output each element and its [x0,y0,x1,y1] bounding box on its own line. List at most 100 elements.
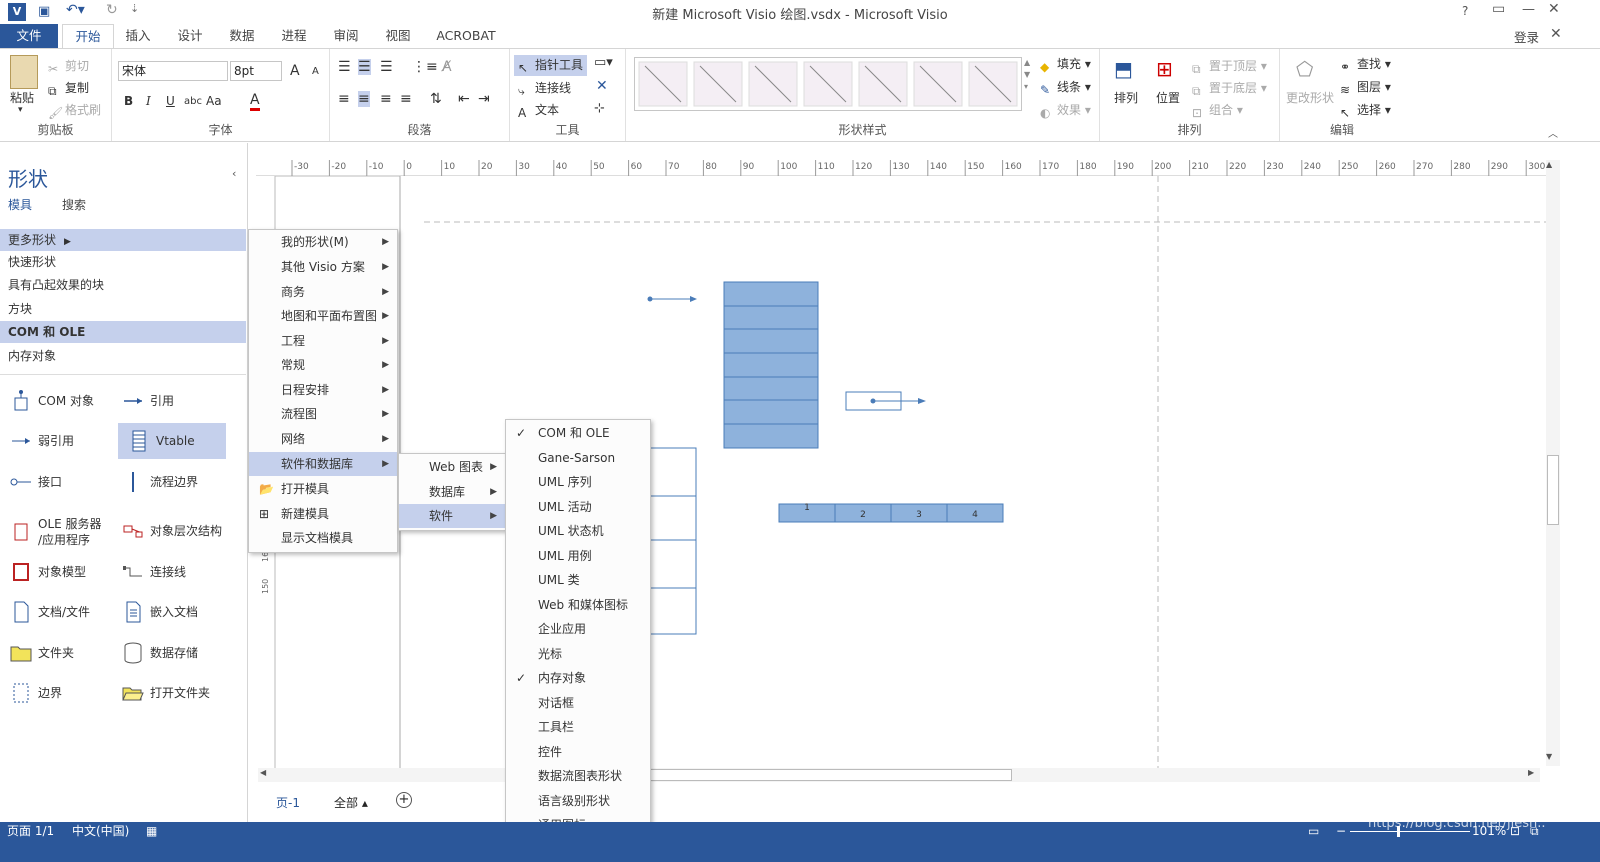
master-connector[interactable]: 连接线 [112,554,220,590]
collapse-pane-icon[interactable]: ‹ [232,167,236,180]
close-doc-button[interactable]: ✕ [1550,26,1562,42]
close-x-icon[interactable]: ✕ [596,78,608,94]
page-number-status[interactable]: 页面 1/1 [7,822,54,841]
vtable-shape[interactable] [723,281,819,449]
tab-home[interactable]: 开始 [62,24,114,49]
tab-data[interactable]: 数据 [220,24,264,48]
software-menu-item[interactable]: 光标 [506,642,650,666]
more-shapes-menu-item[interactable]: 其他 Visio 方案 ▶ [249,255,397,279]
style-gallery-swatches[interactable] [635,58,1023,110]
font-name-combo[interactable]: 宋体 [118,61,228,81]
pointer-tool-button[interactable]: ↖ 指针工具 [514,55,588,76]
tab-view[interactable]: 视图 [376,24,420,48]
connection-point-icon[interactable]: ⊹ [594,101,605,116]
software-menu-item[interactable]: ✓ COM 和 OLE [506,421,650,445]
more-shapes-menu-item[interactable]: 打开模具 📂 [249,477,397,501]
copy-button[interactable]: ⧉ 复制 [48,79,89,98]
software-menu-item[interactable]: 数据流图表形状 [506,764,650,788]
software-menu-item[interactable]: 企业应用 [506,617,650,641]
page-tab[interactable]: 页-1 [276,794,300,811]
master-data-store[interactable]: 数据存储 [112,635,220,671]
more-shapes-menu-item[interactable]: 我的形状(M) ▶ [249,230,397,254]
strikethrough-button[interactable]: abc [184,96,202,107]
tab-file[interactable]: 文件 [0,24,58,48]
presentation-mode-icon[interactable]: ▭ [1308,822,1319,841]
all-pages-button[interactable]: 全部 ▴ [334,794,368,811]
scroll-down-icon[interactable]: ▼ [1546,752,1552,761]
more-shapes-menu-item[interactable]: 网络 ▶ [249,427,397,451]
justify-icon[interactable]: ≡ [400,91,412,107]
rectangle-tool-icon[interactable]: ▭▾ [594,55,613,70]
software-menu-item[interactable]: 控件 [506,740,650,764]
master-weak-reference[interactable]: 弱引用 [0,423,108,459]
tab-review[interactable]: 审阅 [324,24,368,48]
connector-tool-button[interactable]: ⤷ 连接线 [518,79,571,98]
paste-dropdown-icon[interactable]: ▾ [18,105,23,115]
stencil-item-com-ole[interactable]: COM 和 OLE [0,321,246,343]
language-status[interactable]: 中文(中国) [72,822,129,841]
layers-button[interactable]: ≋ 图层 ▾ [1340,78,1391,97]
bring-front-button[interactable]: ⧉ 置于顶层 ▾ [1192,57,1267,76]
font-color-button[interactable]: A [250,93,260,111]
send-back-button[interactable]: ⧉ 置于底层 ▾ [1192,79,1267,98]
help-button[interactable]: ? [1462,4,1468,18]
tab-stencils[interactable]: 模具 [8,196,32,213]
cut-button[interactable]: ✂ 剪切 [48,57,89,76]
master-document[interactable]: 文档/文件 [0,594,108,630]
zoom-out-icon[interactable]: − [1336,822,1346,841]
align-left-icon[interactable]: ≡ [338,91,350,107]
more-shapes-menu-item[interactable]: 商务 ▶ [249,280,397,304]
ribbon-display-icon[interactable]: ▭ [1492,1,1505,17]
stencil-item[interactable]: 快速形状 [0,251,246,273]
paste-button[interactable]: 粘贴 [10,89,34,106]
master-ole-server[interactable]: OLE 服务器 /应用程序 [0,513,108,551]
more-shapes-menu-item[interactable]: 常规 ▶ [249,353,397,377]
select-button[interactable]: ↖ 选择 ▾ [1340,101,1391,120]
align-bottom-icon[interactable]: ☰ [380,59,393,75]
decrease-indent-icon[interactable]: ⇤ [458,91,470,107]
more-shapes-menu-item[interactable]: 软件和数据库 ▶ [249,452,397,476]
master-embedded-document[interactable]: 嵌入文档 [112,594,220,630]
align-top-icon[interactable]: ☰ [338,59,351,75]
tab-search[interactable]: 搜索 [62,196,86,213]
array-shape[interactable] [778,503,1004,523]
line-button[interactable]: ✎ 线条 ▾ [1040,78,1091,97]
master-object-model[interactable]: 对象模型 [0,554,108,590]
minimize-button[interactable]: — [1522,2,1535,17]
software-menu-item[interactable]: UML 用例 [506,544,650,568]
macro-recording-icon[interactable]: ▦ [146,822,157,841]
more-shapes-menu-item[interactable]: 新建模具 ⊞ [249,502,397,526]
master-reference[interactable]: 引用 [112,383,220,419]
change-case-button[interactable]: Aa [206,94,222,108]
more-shapes-menu-item[interactable]: 日程安排 ▶ [249,378,397,402]
software-menu-item[interactable]: 工具栏 [506,715,650,739]
tab-design[interactable]: 设计 [168,24,212,48]
master-interface[interactable]: 接口 [0,464,108,500]
shrink-font-button[interactable]: A [312,66,319,77]
master-open-folder[interactable]: 打开文件夹 [112,675,220,711]
position-button[interactable]: 位置 [1156,89,1180,106]
underline-button[interactable]: U [166,94,175,108]
stencil-item[interactable]: 具有凸起效果的块 [0,274,246,296]
software-database-menu-item[interactable]: 数据库 ▶ [399,480,505,504]
software-menu-item[interactable]: UML 类 [506,568,650,592]
software-menu-item[interactable]: 对话框 [506,691,650,715]
horizontal-scrollbar[interactable]: ◀ ▶ [258,768,1540,782]
master-process-boundary[interactable]: 流程边界 [112,464,220,500]
signin-link[interactable]: 登录 [1514,27,1539,46]
align-middle-icon[interactable]: ☰ [358,59,371,75]
more-shapes-menu-item[interactable]: 流程图 ▶ [249,402,397,426]
more-shapes-menu-item[interactable]: 地图和平面布置图 ▶ [249,304,397,328]
font-size-combo[interactable]: 8pt [230,61,282,81]
gallery-scroll-icon[interactable]: ▲ ▼ ▾ [1024,57,1030,93]
software-menu-item[interactable]: Gane-Sarson [506,446,650,470]
increase-indent-icon[interactable]: ⇥ [478,91,490,107]
group-button[interactable]: ⊡ 组合 ▾ [1192,101,1243,120]
fill-button[interactable]: ◆ 填充 ▾ [1040,55,1091,74]
close-button[interactable]: ✕ [1548,1,1560,17]
find-button[interactable]: ⚭ 查找 ▾ [1340,55,1391,74]
stencil-more-shapes[interactable]: 更多形状 ▶ [0,229,246,251]
vertical-scrollbar[interactable]: ▲ ▼ [1546,160,1560,766]
software-menu-item[interactable]: ✓ 内存对象 [506,666,650,690]
master-boundary[interactable]: 边界 [0,675,108,711]
